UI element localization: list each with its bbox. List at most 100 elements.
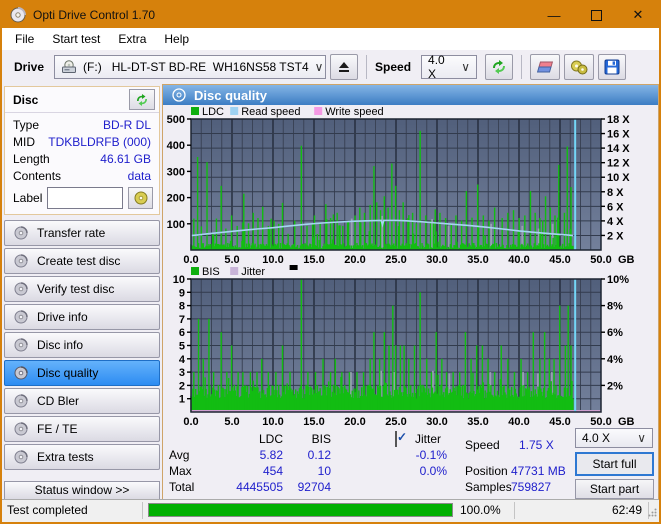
content-panel: Disc quality 500 400 300 200 100 18 X 16 X 14 X… — [162, 84, 659, 500]
disc-icon — [14, 422, 28, 436]
start-part-button[interactable]: Start part — [575, 479, 654, 499]
disc-info-row: Type BD-R DL — [5, 116, 159, 133]
quality-speed-select[interactable]: 4.0 X ∨ — [575, 428, 653, 448]
svg-text:200: 200 — [167, 193, 185, 205]
svg-text:LDC: LDC — [202, 106, 224, 118]
refresh-speed-button[interactable] — [485, 54, 514, 80]
bis-column-header: BIS — [311, 432, 331, 446]
sidebar: Disc Type BD-R DL MID TDKBLDRFB (000) Le… — [2, 84, 162, 500]
svg-text:45.0: 45.0 — [549, 254, 570, 265]
drive-select[interactable]: (F:) HL-DT-ST BD-RE WH16NS58 TST4 ∨ — [54, 55, 327, 79]
window-title: Opti Drive Control 1.70 — [33, 8, 156, 22]
svg-text:1: 1 — [179, 394, 185, 406]
progress-bar — [148, 503, 453, 517]
disc-icon — [14, 254, 28, 268]
eject-icon — [339, 62, 350, 72]
close-button[interactable]: ✕ — [617, 2, 659, 28]
svg-text:Jitter: Jitter — [241, 266, 265, 278]
write-label-button[interactable] — [128, 187, 153, 209]
svg-text:GB: GB — [618, 416, 635, 427]
status-window-button[interactable]: Status window >> — [4, 481, 160, 500]
resize-grip[interactable] — [648, 508, 657, 520]
sidebar-item-drive-info[interactable]: Drive info — [4, 304, 160, 330]
svg-text:4%: 4% — [607, 354, 623, 366]
disc-panel-title: Disc — [13, 92, 39, 107]
svg-text:8%: 8% — [607, 301, 623, 313]
disc-info-label: MID — [13, 134, 35, 149]
sidebar-item-cd-bler[interactable]: CD Bler — [4, 388, 160, 414]
sidebar-item-disc-info[interactable]: Disc info — [4, 332, 160, 358]
disc-info-value: data — [127, 168, 151, 183]
discs-icon — [571, 60, 588, 74]
compare-discs-button[interactable] — [564, 54, 595, 80]
disc-icon — [134, 191, 148, 205]
eject-button[interactable] — [330, 54, 359, 80]
status-text: Test completed — [7, 503, 88, 517]
disc-info-value: TDKBLDRFB (000) — [48, 134, 151, 149]
label-input[interactable] — [47, 187, 124, 209]
toolbar: Drive (F:) HL-DT-ST BD-RE WH16NS58 TST4 … — [2, 50, 659, 84]
svg-text:18 X: 18 X — [607, 114, 630, 126]
samples-stat-label: Samples — [465, 480, 512, 494]
sidebar-item-verify-test-disc[interactable]: Verify test disc — [4, 276, 160, 302]
sidebar-item-label: Disc info — [37, 338, 84, 352]
svg-text:6: 6 — [179, 327, 185, 339]
svg-text:15.0: 15.0 — [303, 416, 324, 427]
menu-extra[interactable]: Extra — [109, 28, 155, 50]
chevron-down-icon: ∨ — [314, 60, 324, 74]
svg-text:2 X: 2 X — [607, 230, 624, 242]
sidebar-item-extra-tests[interactable]: Extra tests — [4, 444, 160, 470]
disc-info-label: Contents — [13, 168, 62, 183]
start-full-button[interactable]: Start full — [575, 452, 654, 476]
statusbar-separator — [142, 502, 143, 519]
disc-info-row: MID TDKBLDRFB (000) — [5, 133, 159, 150]
bis-max-value: 10 — [317, 464, 331, 478]
sidebar-item-label: FE / TE — [37, 422, 78, 436]
sidebar-item-create-test-disc[interactable]: Create test disc — [4, 248, 160, 274]
svg-text:5: 5 — [179, 341, 185, 353]
disc-icon — [14, 226, 28, 240]
maximize-button[interactable] — [575, 2, 617, 28]
sidebar-item-label: Transfer rate — [37, 226, 106, 240]
menu-help[interactable]: Help — [155, 28, 198, 50]
disc-icon — [14, 310, 28, 324]
svg-text:6 X: 6 X — [607, 201, 624, 213]
menubar: File Start test Extra Help — [2, 28, 659, 50]
svg-text:10 X: 10 X — [607, 172, 630, 184]
disc-icon — [14, 366, 28, 380]
save-button[interactable] — [598, 54, 627, 80]
sidebar-item-transfer-rate[interactable]: Transfer rate — [4, 220, 160, 246]
save-icon — [604, 59, 620, 75]
eraser-icon — [536, 61, 554, 73]
bis-total-value: 92704 — [297, 480, 331, 494]
refresh-disc-button[interactable] — [129, 89, 155, 110]
menu-file[interactable]: File — [6, 28, 43, 50]
statusbar: Test completed 100.0% 62:49 — [2, 499, 659, 522]
svg-text:40.0: 40.0 — [508, 416, 529, 427]
svg-text:50.0: 50.0 — [590, 416, 611, 427]
svg-text:4 X: 4 X — [607, 216, 624, 228]
sidebar-item-label: Disc quality — [37, 366, 99, 380]
drive-label: Drive — [14, 60, 45, 74]
speed-stat-label: Speed — [465, 438, 500, 452]
svg-text:35.0: 35.0 — [467, 416, 488, 427]
speed-select[interactable]: 4.0 X ∨ — [421, 53, 478, 81]
sidebar-item-disc-quality[interactable]: Disc quality — [4, 360, 160, 386]
label-field-label: Label — [13, 191, 43, 205]
jitter-checkbox[interactable] — [395, 431, 397, 447]
minimize-button[interactable]: — — [533, 2, 575, 28]
svg-text:Read speed: Read speed — [241, 106, 300, 118]
elapsed-time: 62:49 — [611, 503, 642, 517]
svg-text:40.0: 40.0 — [508, 254, 529, 265]
svg-text:0.0: 0.0 — [183, 254, 198, 265]
menu-start-test[interactable]: Start test — [43, 28, 109, 50]
svg-text:2: 2 — [179, 380, 185, 392]
disc-icon — [14, 338, 28, 352]
max-row-label: Max — [169, 464, 192, 478]
sidebar-item-fe-te[interactable]: FE / TE — [4, 416, 160, 442]
disc-info-label: Length — [13, 151, 50, 166]
erase-disc-button[interactable] — [530, 54, 561, 80]
quality-speed-value: 4.0 X — [582, 431, 611, 445]
sidebar-item-label: CD Bler — [37, 394, 80, 408]
avg-row-label: Avg — [169, 448, 190, 462]
